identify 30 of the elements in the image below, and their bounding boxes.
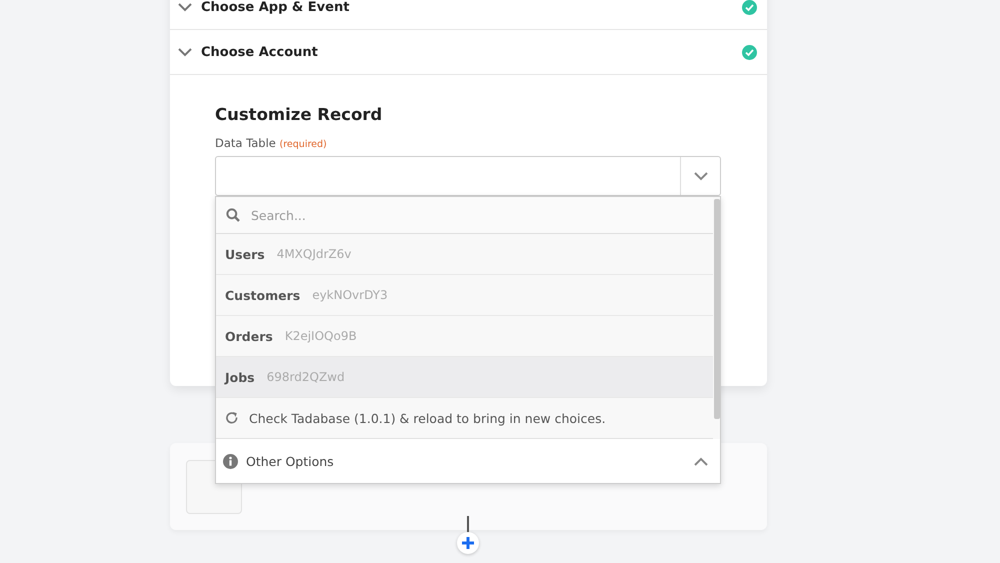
chevron-down-icon [178,48,192,56]
option-name: Jobs [225,370,255,384]
section-title: Customize Record [215,105,384,124]
option-id: 698rd2QZwd [266,370,345,384]
chevron-down-icon [694,172,708,180]
info-icon [223,454,238,468]
chevron-down-icon [178,2,192,12]
other-options-header[interactable]: Other Options [216,439,720,483]
plus-icon [462,537,474,549]
reload-message: Check Tadabase (1.0.1) & reload to bring in new choices. [249,410,606,426]
option-id: eykNOvrDY3 [312,288,388,302]
required-label: (required) [280,139,327,150]
search-icon [226,208,240,222]
reload-icon [225,411,239,425]
add-step-button[interactable] [457,532,479,554]
option-item[interactable]: Jobs 698rd2QZwd [216,357,713,398]
option-name: Users [225,246,265,262]
option-id: 4MXQJdrZ6v [276,247,352,261]
option-name: Orders [225,328,273,344]
connector-line [467,516,469,533]
search-field[interactable]: Search... [249,206,703,224]
option-name: Customers [225,288,300,302]
step-header[interactable]: Choose App & Event [170,0,767,30]
option-id: K2ejIOQo9B [284,329,357,343]
field-label: Data Table [215,136,276,150]
scrollbar[interactable] [714,199,720,419]
chevron-up-icon [694,456,708,466]
step-header[interactable]: Choose Account [170,30,767,75]
option-item[interactable]: Users 4MXQJdrZ6v [216,234,713,275]
option-item[interactable]: Customers eykNOvrDY3 [216,275,713,316]
